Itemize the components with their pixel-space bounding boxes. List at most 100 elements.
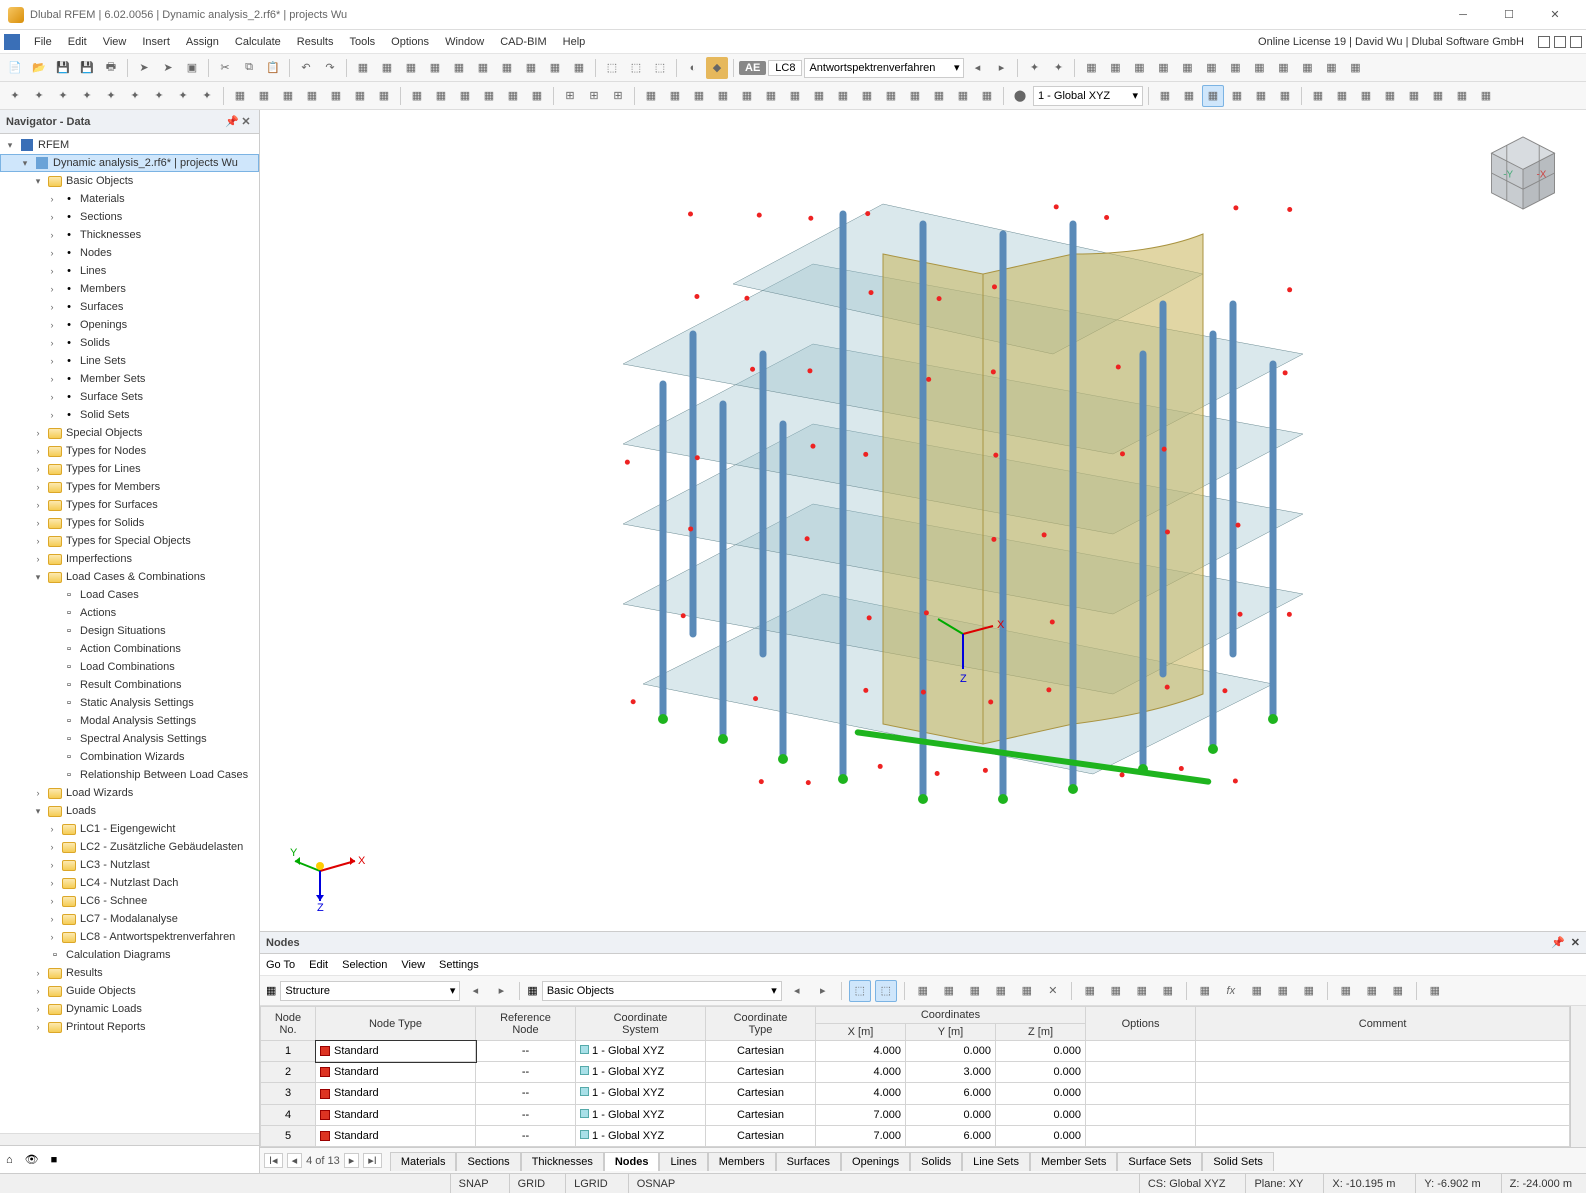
t4-icon[interactable]: ▦: [301, 85, 323, 107]
m7-icon[interactable]: ▦: [784, 85, 806, 107]
status-lgrid[interactable]: LGRID: [565, 1174, 616, 1193]
t1-icon[interactable]: ▦: [229, 85, 251, 107]
m12-icon[interactable]: ▦: [904, 85, 926, 107]
bp-t11-icon[interactable]: ▦: [1194, 980, 1216, 1002]
menu-insert[interactable]: Insert: [134, 34, 178, 50]
menu-assign[interactable]: Assign: [178, 34, 227, 50]
app-menu-icon[interactable]: [4, 34, 20, 50]
view3-icon[interactable]: ▦: [400, 57, 422, 79]
e10-icon[interactable]: ▦: [1379, 85, 1401, 107]
bp-t1-icon[interactable]: ▦: [912, 980, 934, 1002]
disp1-icon[interactable]: ⬚: [601, 57, 623, 79]
axis-triad-icon[interactable]: X Y Z: [290, 841, 370, 911]
tree-f1-5[interactable]: ›Types for Solids: [0, 514, 259, 532]
t12-icon[interactable]: ▦: [502, 85, 524, 107]
menu-file[interactable]: File: [26, 34, 60, 50]
print-icon[interactable]: 🖶: [100, 57, 122, 79]
sel1-icon[interactable]: ✦: [4, 85, 26, 107]
tree-f2-1[interactable]: ›Guide Objects: [0, 982, 259, 1000]
pin-icon[interactable]: 📌: [225, 115, 239, 128]
grid1-icon[interactable]: ⊞: [559, 85, 581, 107]
m2-icon[interactable]: ▦: [664, 85, 686, 107]
nav-cam-icon[interactable]: ■: [51, 1154, 58, 1166]
bp-t7-icon[interactable]: ▦: [1079, 980, 1101, 1002]
e9-icon[interactable]: ▦: [1355, 85, 1377, 107]
t9-icon[interactable]: ▦: [430, 85, 452, 107]
tree-basic-3[interactable]: ›•Nodes: [0, 244, 259, 262]
bp-t5-icon[interactable]: ▦: [1016, 980, 1038, 1002]
t13-icon[interactable]: ▦: [526, 85, 548, 107]
t10-icon[interactable]: ▦: [454, 85, 476, 107]
m6-icon[interactable]: ▦: [760, 85, 782, 107]
tree-load-6[interactable]: ›LC8 - Antwortspektrenverfahren: [0, 928, 259, 946]
tree-basic-9[interactable]: ›•Line Sets: [0, 352, 259, 370]
bp-t12-icon[interactable]: ▦: [1246, 980, 1268, 1002]
tab-line-sets[interactable]: Line Sets: [962, 1152, 1030, 1171]
copy-icon[interactable]: ⧉: [238, 57, 260, 79]
page-next-icon[interactable]: ▸: [344, 1153, 360, 1168]
tree-load-5[interactable]: ›LC7 - Modalanalyse: [0, 910, 259, 928]
tree-basic-10[interactable]: ›•Member Sets: [0, 370, 259, 388]
e4-icon[interactable]: ▦: [1226, 85, 1248, 107]
m15-icon[interactable]: ▦: [976, 85, 998, 107]
minimize-button[interactable]: ─: [1440, 0, 1486, 30]
tree-lcc-7[interactable]: ▫Modal Analysis Settings: [0, 712, 259, 730]
tab-member-sets[interactable]: Member Sets: [1030, 1152, 1117, 1171]
sel6-icon[interactable]: ✦: [124, 85, 146, 107]
page-last-icon[interactable]: ▸I: [363, 1153, 382, 1168]
hdr-opt[interactable]: Options: [1086, 1007, 1196, 1041]
tree-project[interactable]: ▾Dynamic analysis_2.rf6* | projects Wu: [0, 154, 259, 172]
stop-icon[interactable]: ▣: [181, 57, 203, 79]
tree-f2-2[interactable]: ›Dynamic Loads: [0, 1000, 259, 1018]
m4-icon[interactable]: ▦: [712, 85, 734, 107]
r3-icon[interactable]: ▦: [1080, 57, 1102, 79]
bp-pin-icon[interactable]: 📌: [1551, 936, 1565, 949]
t3-icon[interactable]: ▦: [277, 85, 299, 107]
calc2-icon[interactable]: ➤: [157, 57, 179, 79]
menu-calculate[interactable]: Calculate: [227, 34, 289, 50]
e3-icon[interactable]: ▦: [1202, 85, 1224, 107]
sel8-icon[interactable]: ✦: [172, 85, 194, 107]
status-snap[interactable]: SNAP: [450, 1174, 497, 1193]
nodes-table[interactable]: NodeNo. Node Type ReferenceNode Coordina…: [260, 1006, 1570, 1147]
close-button[interactable]: ✕: [1532, 0, 1578, 30]
grid3-icon[interactable]: ⊞: [607, 85, 629, 107]
tree-basic-11[interactable]: ›•Surface Sets: [0, 388, 259, 406]
m11-icon[interactable]: ▦: [880, 85, 902, 107]
r14-icon[interactable]: ▦: [1344, 57, 1366, 79]
tree-f2-3[interactable]: ›Printout Reports: [0, 1018, 259, 1036]
e13-icon[interactable]: ▦: [1451, 85, 1473, 107]
menu-tools[interactable]: Tools: [341, 34, 383, 50]
r6-icon[interactable]: ▦: [1152, 57, 1174, 79]
tab-sections[interactable]: Sections: [456, 1152, 520, 1171]
ae-badge[interactable]: AE: [739, 61, 766, 75]
tree-basic-12[interactable]: ›•Solid Sets: [0, 406, 259, 424]
bp-t6-icon[interactable]: ✕: [1042, 980, 1064, 1002]
e7-icon[interactable]: ▦: [1307, 85, 1329, 107]
mdi-close[interactable]: [1570, 36, 1582, 48]
menu-help[interactable]: Help: [555, 34, 594, 50]
tree-basic-5[interactable]: ›•Members: [0, 280, 259, 298]
page-first-icon[interactable]: I◂: [264, 1153, 283, 1168]
bp-menu-goto[interactable]: Go To: [266, 959, 295, 971]
navigator-tree[interactable]: ▾RFEM▾Dynamic analysis_2.rf6* | projects…: [0, 134, 259, 1133]
view7-icon[interactable]: ▦: [496, 57, 518, 79]
tree-lcc[interactable]: ▾Load Cases & Combinations: [0, 568, 259, 586]
tree-lcc-10[interactable]: ▫Relationship Between Load Cases: [0, 766, 259, 784]
3d-viewport[interactable]: X Z X Y Z -Y-X: [260, 110, 1586, 931]
view9-icon[interactable]: ▦: [544, 57, 566, 79]
tab-lines[interactable]: Lines: [659, 1152, 707, 1171]
tree-loads[interactable]: ▾Loads: [0, 802, 259, 820]
m5-icon[interactable]: ▦: [736, 85, 758, 107]
grid2-icon[interactable]: ⊞: [583, 85, 605, 107]
table-row[interactable]: 4Standard-- 1 - Global XYZCartesian7.000…: [261, 1104, 1570, 1125]
tree-lcc-6[interactable]: ▫Static Analysis Settings: [0, 694, 259, 712]
nav-home-icon[interactable]: ⌂: [6, 1154, 13, 1166]
tree-f1-3[interactable]: ›Types for Members: [0, 478, 259, 496]
new-icon[interactable]: 📄: [4, 57, 26, 79]
bp-menu-sel[interactable]: Selection: [342, 959, 387, 971]
render1-icon[interactable]: ◐: [682, 57, 704, 79]
r1-icon[interactable]: ✦: [1023, 57, 1045, 79]
tree-basic[interactable]: ▾Basic Objects: [0, 172, 259, 190]
lc-next-icon[interactable]: ▸: [990, 57, 1012, 79]
